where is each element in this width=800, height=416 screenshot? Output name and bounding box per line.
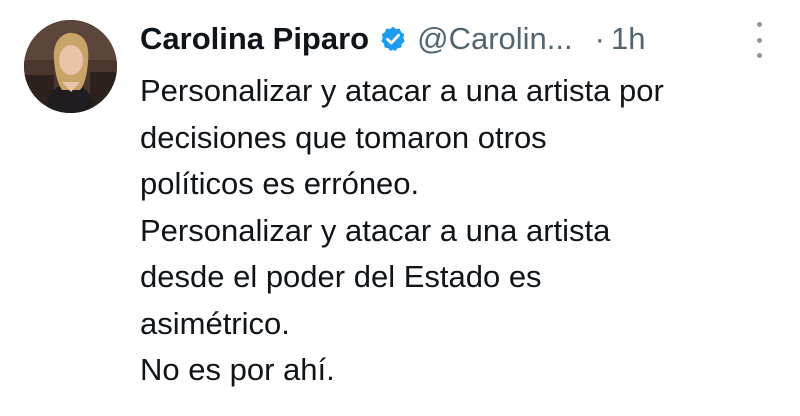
tweet-line: desde el poder del Estado es <box>140 259 542 294</box>
avatar[interactable] <box>24 20 117 113</box>
more-options-icon[interactable] <box>754 22 764 58</box>
more-dot <box>756 53 762 58</box>
tweet-text: Personalizar y atacar a una artista por … <box>140 68 790 394</box>
separator-dot: · <box>594 21 605 56</box>
tweet-line: Personalizar y atacar a una artista por <box>140 73 664 108</box>
more-dot <box>756 22 762 27</box>
avatar-photo <box>24 20 117 113</box>
more-dot <box>756 37 762 43</box>
tweet-header: Carolina Piparo @Carolin... · 1h <box>140 14 780 64</box>
tweet-line: políticos es erróneo. <box>140 166 420 201</box>
tweet-line: decisiones que tomaron otros <box>140 119 547 155</box>
timestamp[interactable]: 1h <box>611 21 645 57</box>
tweet-line: No es por ahí. <box>140 352 335 387</box>
tweet-card[interactable]: Carolina Piparo @Carolin... · 1h Persona… <box>0 0 800 416</box>
verified-badge-icon <box>379 25 407 53</box>
author-name[interactable]: Carolina Piparo <box>140 21 369 57</box>
tweet-line: Personalizar y atacar a una artista <box>140 212 611 248</box>
tweet-line: asimétrico. <box>140 305 290 341</box>
author-handle[interactable]: @Carolin... <box>417 21 573 57</box>
